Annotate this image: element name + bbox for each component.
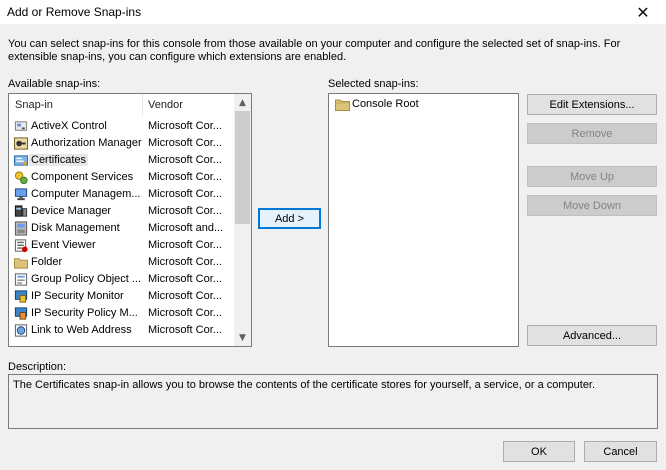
available-snapins-list[interactable]: Snap-in Vendor ActiveX Control Microsoft …	[8, 93, 252, 347]
disk-management-icon	[14, 221, 28, 236]
selected-snapins-label: Selected snap-ins:	[328, 78, 419, 90]
selected-snapins-list[interactable]: Console Root	[328, 93, 519, 347]
ip-security-policy-icon	[14, 307, 28, 320]
table-row[interactable]: Authorization Manager Microsoft Cor...	[9, 135, 244, 152]
link-icon	[14, 324, 28, 337]
snapin-name: Component Services	[31, 171, 134, 183]
snapin-vendor: Microsoft Cor...	[148, 239, 222, 251]
snapin-vendor: Microsoft Cor...	[148, 290, 222, 302]
add-button[interactable]: Add >	[258, 208, 321, 229]
move-up-button[interactable]: Move Up	[527, 166, 657, 187]
component-services-icon	[14, 171, 28, 185]
table-row[interactable]: IP Security Policy M... Microsoft Cor...	[9, 305, 244, 322]
folder-icon	[13, 258, 29, 269]
authorization-icon	[13, 137, 29, 150]
snapin-vendor: Microsoft Cor...	[148, 256, 222, 268]
close-icon[interactable]: ✕	[620, 0, 666, 24]
title-bar: Add or Remove Snap-ins ✕	[0, 0, 666, 24]
activex-icon	[14, 121, 28, 131]
group-policy-icon	[14, 273, 28, 286]
table-row[interactable]: Component Services Microsoft Cor...	[9, 169, 244, 186]
snapin-vendor: Microsoft and...	[148, 222, 224, 234]
snapin-name: Certificates	[29, 154, 89, 166]
event-viewer-icon	[14, 239, 28, 253]
ok-button[interactable]: OK	[503, 441, 575, 462]
table-row[interactable]: Computer Managem... Microsoft Cor...	[9, 186, 244, 203]
window-title: Add or Remove Snap-ins	[7, 5, 142, 19]
move-down-button[interactable]: Move Down	[527, 195, 657, 216]
selected-item-label: Console Root	[352, 98, 419, 110]
snapin-vendor: Microsoft Cor...	[148, 324, 222, 336]
snapin-name: ActiveX Control	[31, 120, 107, 132]
description-label: Description:	[8, 361, 67, 373]
edit-extensions-button[interactable]: Edit Extensions...	[527, 94, 657, 115]
snapin-name: IP Security Policy M...	[31, 307, 138, 319]
table-row[interactable]: Link to Web Address Microsoft Cor...	[9, 322, 244, 339]
snapin-vendor: Microsoft Cor...	[148, 120, 222, 132]
intro-text: You can select snap-ins for this console…	[8, 38, 621, 63]
available-snapins-label: Available snap-ins:	[8, 78, 101, 90]
advanced-button[interactable]: Advanced...	[527, 325, 657, 346]
snapin-name: Device Manager	[31, 205, 112, 217]
table-row[interactable]: Device Manager Microsoft Cor...	[9, 203, 244, 220]
table-row[interactable]: ActiveX Control Microsoft Cor...	[9, 118, 244, 135]
description-text: The Certificates snap-in allows you to b…	[13, 379, 596, 391]
table-row[interactable]: Event Viewer Microsoft Cor...	[9, 237, 244, 254]
snapin-name: Event Viewer	[31, 239, 96, 251]
computer-management-icon	[14, 188, 28, 201]
list-column-header: Snap-in Vendor	[9, 94, 244, 116]
snapin-vendor: Microsoft Cor...	[148, 137, 222, 149]
snapin-name: IP Security Monitor	[31, 290, 124, 302]
snapin-vendor: Microsoft Cor...	[148, 188, 222, 200]
description-box: The Certificates snap-in allows you to b…	[8, 374, 658, 429]
scrollbar-thumb[interactable]	[235, 111, 250, 224]
remove-button[interactable]: Remove	[527, 123, 657, 144]
snapin-name: Folder	[31, 256, 63, 268]
snapin-vendor: Microsoft Cor...	[148, 154, 222, 166]
scroll-down-icon[interactable]: ▼	[234, 329, 251, 346]
snapin-vendor: Microsoft Cor...	[148, 273, 222, 285]
snapin-name: Group Policy Object ...	[31, 273, 142, 285]
column-header-snapin[interactable]: Snap-in	[15, 99, 53, 111]
folder-icon	[335, 99, 350, 111]
device-manager-icon	[14, 205, 28, 217]
table-row[interactable]: Disk Management Microsoft and...	[9, 220, 244, 237]
table-row[interactable]: IP Security Monitor Microsoft Cor...	[9, 288, 244, 305]
table-row[interactable]: Certificates Microsoft Cor...	[9, 152, 244, 169]
certificates-icon	[13, 155, 29, 166]
snapin-vendor: Microsoft Cor...	[148, 205, 222, 217]
table-row[interactable]: Group Policy Object ... Microsoft Cor...	[9, 271, 244, 288]
ip-security-monitor-icon	[14, 290, 28, 303]
cancel-button[interactable]: Cancel	[584, 441, 657, 462]
column-header-vendor[interactable]: Vendor	[148, 99, 183, 111]
table-row[interactable]: Folder Microsoft Cor...	[9, 254, 244, 271]
snapin-name: Authorization Manager	[31, 137, 142, 149]
snapin-name: Computer Managem...	[31, 188, 141, 200]
snapin-vendor: Microsoft Cor...	[148, 171, 222, 183]
snapin-name: Link to Web Address	[31, 324, 132, 336]
selected-item-console-root[interactable]: Console Root	[335, 97, 515, 114]
snapin-name: Disk Management	[31, 222, 120, 234]
scroll-up-icon[interactable]: ▲	[234, 94, 251, 111]
column-separator[interactable]	[142, 94, 143, 116]
vertical-scrollbar[interactable]: ▲ ▼	[234, 94, 251, 346]
snapin-vendor: Microsoft Cor...	[148, 307, 222, 319]
